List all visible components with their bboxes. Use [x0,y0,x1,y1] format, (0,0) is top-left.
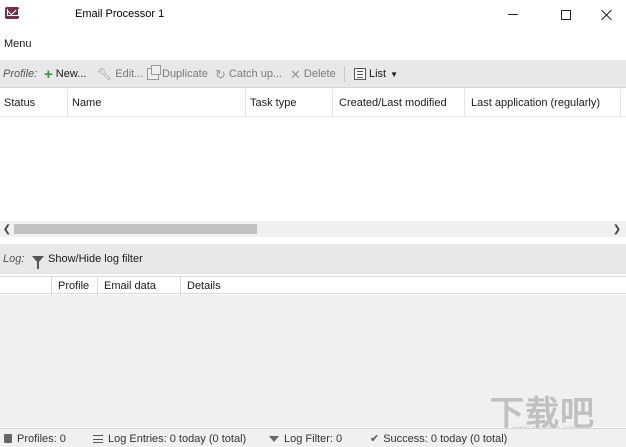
minimize-icon [508,14,518,15]
log-column-icon[interactable] [0,277,52,295]
minimize-button[interactable] [490,0,536,29]
status-profiles: Profiles: 0 [4,429,66,447]
log-label: Log: [3,253,25,265]
new-button[interactable]: + New... [44,60,86,88]
column-name[interactable]: Name [68,89,246,117]
profiles-table-body[interactable] [0,117,626,221]
log-lines-icon [93,434,103,443]
wrench-icon: 🔧︎ [97,67,113,81]
chevron-down-icon: ▼ [390,69,399,79]
maximize-icon [561,9,571,20]
status-success: ✔ Success: 0 today (0 total) [370,429,507,447]
edit-button[interactable]: 🔧︎ Edit... [97,60,143,88]
duplicate-button[interactable]: Duplicate [147,60,208,88]
scroll-right-arrow-icon[interactable]: ❯ [610,221,624,237]
list-view-dropdown[interactable]: List ▼ [354,60,398,88]
status-profiles-text: Profiles: 0 [17,432,66,445]
log-column-profile[interactable]: Profile [52,277,98,295]
scrollbar-thumb[interactable] [14,224,257,234]
title-bar: Email Processor 1 [0,0,626,29]
list-dropdown-label: List [369,68,387,80]
delete-button-label: Delete [303,68,336,80]
filter-funnel-icon [32,255,44,269]
log-column-email-data[interactable]: Email data [98,277,181,295]
window-title: Email Processor 1 [75,8,165,20]
close-button[interactable] [584,0,626,29]
edit-button-label: Edit... [115,68,144,80]
catch-up-button[interactable]: ↻ Catch up... [215,60,282,88]
scroll-left-arrow-icon[interactable]: ❮ [0,221,14,237]
app-envelope-icon [5,7,19,19]
menu-bar: Menu [0,29,626,59]
filter-icon [269,435,279,442]
checkmark-icon: ✔ [370,433,380,445]
status-log-entries: Log Entries: 0 today (0 total) [93,429,246,447]
status-log-filter-text: Log Filter: 0 [284,432,343,445]
catch-up-button-label: Catch up... [228,68,283,80]
column-last-application[interactable]: Last application (regularly) [467,89,621,117]
show-hide-log-filter-button[interactable]: Show/Hide log filter [32,244,143,274]
profile-label: Profile: [3,68,38,80]
log-toolbar: Log: Show/Hide log filter [0,244,626,274]
column-task-type[interactable]: Task type [246,89,333,117]
duplicate-button-label: Duplicate [162,68,208,80]
log-column-details[interactable]: Details [181,277,281,295]
plus-icon: + [44,65,53,83]
profiles-horizontal-scrollbar[interactable]: ❮ ❯ [0,221,626,237]
maximize-button[interactable] [543,0,589,29]
status-log-entries-text: Log Entries: 0 today (0 total) [108,432,247,445]
column-created-modified[interactable]: Created/Last modified [335,89,465,117]
new-button-label: New... [55,68,87,80]
status-success-text: Success: 0 today (0 total) [383,432,508,445]
close-icon [601,9,613,21]
delete-button[interactable]: ✕ Delete [290,60,336,88]
log-filter-button-label: Show/Hide log filter [48,253,143,265]
status-log-filter: Log Filter: 0 [269,429,342,447]
column-status[interactable]: Status [0,89,68,117]
menu-button[interactable]: Menu [4,38,32,50]
profiles-table-header: Status Name Task type Created/Last modif… [0,89,626,117]
profile-icon [4,434,12,443]
list-icon [354,68,366,80]
toolbar-separator [344,66,345,82]
duplicate-icon [147,65,161,80]
delete-x-icon: ✕ [290,66,301,82]
log-table-header: Profile Email data Details [0,276,626,295]
watermark-logo: 下载吧 www.xiazaiba.com [490,384,620,434]
history-icon: ↻ [215,66,226,82]
profile-toolbar: Profile: + New... 🔧︎ Edit... Duplicate ↻… [0,60,626,88]
status-bar: Profiles: 0 Log Entries: 0 today (0 tota… [0,428,626,447]
